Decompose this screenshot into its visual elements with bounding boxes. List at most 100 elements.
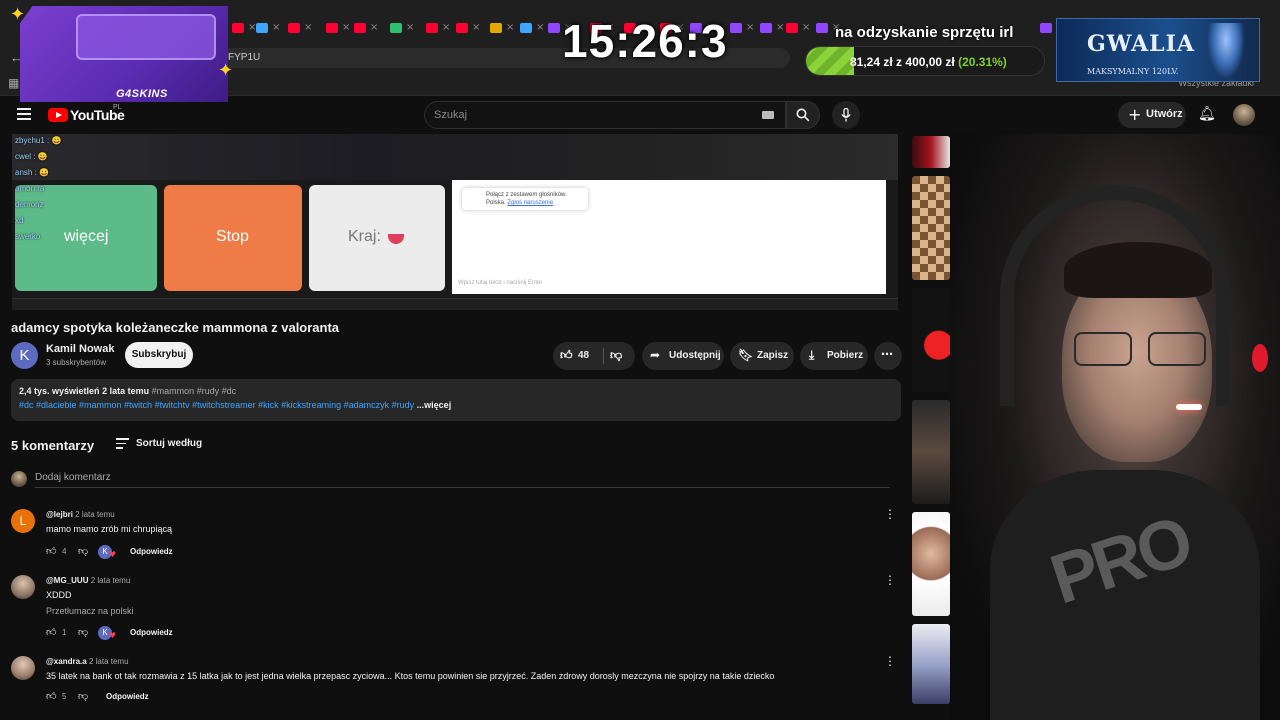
browser-tab-favicon[interactable] [816,23,828,33]
tab-close-icon[interactable]: × [370,22,378,33]
comment-avatar[interactable] [11,575,35,599]
tab-close-icon[interactable]: × [304,22,312,33]
comment-like-icon[interactable]: 👍︎ [46,690,56,702]
webcam-hair [1064,242,1212,298]
comment-dislike-icon[interactable]: 👎︎ [78,626,88,638]
like-icon[interactable]: 👍︎ [560,348,573,363]
browser-tab-favicon[interactable] [326,23,338,33]
browser-tab-favicon[interactable] [390,23,402,33]
browser-tab-favicon[interactable] [256,23,268,33]
browser-tab-favicon[interactable] [456,23,468,33]
suggested-video-thumbnail[interactable] [912,136,950,168]
upload-age: 2 lata temu [102,386,150,396]
download-button[interactable]: ⤓ Pobierz [800,342,868,370]
tab-close-icon[interactable]: × [472,22,480,33]
browser-tab-favicon[interactable] [760,23,772,33]
sort-button[interactable]: Sortuj według [136,438,202,449]
knight-figure-icon [1207,23,1245,79]
share-button[interactable]: ➦ Udostępnij [642,342,724,370]
subscriber-count: 3 subskrybentów [46,358,107,367]
comment-author[interactable]: @lejbri [46,510,73,519]
notifications-bell-icon[interactable]: 🔔︎ [1198,106,1216,122]
tab-close-icon[interactable]: × [272,22,280,33]
search-placeholder[interactable]: Szukaj [434,109,467,121]
comment-avatar[interactable]: L [11,509,35,533]
more-horizontal-icon: ⋯ [881,347,893,361]
comment-time[interactable]: 2 lata temu [91,576,131,585]
keyboard-icon[interactable] [762,111,774,119]
tab-close-icon[interactable]: × [442,22,450,33]
add-comment-input[interactable]: Dodaj komentarz [35,472,111,483]
tab-close-icon[interactable]: × [536,22,544,33]
comment-menu-icon[interactable]: ⋮ [884,654,896,668]
browser-tab-favicon[interactable] [730,23,742,33]
comment-text: mamo mamo zrób mi chrupiącą [46,524,173,534]
comment-time[interactable]: 2 lata temu [75,510,115,519]
tab-close-icon[interactable]: × [406,22,414,33]
comment-author[interactable]: @xandra.a [46,657,87,666]
browser-tab-favicon[interactable] [490,23,502,33]
tab-close-icon[interactable]: × [802,22,810,33]
voice-search-button[interactable] [832,101,860,129]
browser-tab-favicon[interactable] [786,23,798,33]
comment-avatar[interactable] [11,656,35,680]
browser-tab-favicon[interactable] [288,23,300,33]
g4skins-brand: G4SKINS [116,88,168,100]
comment-text: XDDD [46,590,72,600]
tab-close-icon[interactable]: × [776,22,784,33]
comment-author-line: @xandra.a 2 lata temu [46,657,129,666]
goal-target: 400,00 zł [905,55,955,69]
youtube-logo-icon[interactable] [48,108,68,122]
more-actions-button[interactable]: ⋯ [874,342,902,370]
comment-dislike-icon[interactable]: 👎︎ [78,690,88,702]
tile-country-label: Kraj: [348,228,381,245]
save-button[interactable]: 🔖︎ Zapisz [730,342,794,370]
browser-tab-favicon[interactable] [520,23,532,33]
dislike-icon[interactable]: 👎︎ [610,348,622,363]
video-player[interactable]: więcej Stop Kraj: Połącz z zestawem głoś… [12,134,898,310]
suggested-video-thumbnail[interactable] [912,624,950,704]
browser-tab-favicon[interactable] [426,23,438,33]
tab-close-icon[interactable]: × [506,22,514,33]
stream-chat: zbychu1 : 😀 cwel : 😀 ansh : 😀 amon ra demonz… [12,134,162,310]
description-tags-top[interactable]: #mammon #rudy #dc [152,386,237,396]
goal-percent: (20.31%) [958,55,1007,69]
sort-icon[interactable] [116,438,129,452]
search-input[interactable] [424,101,786,129]
suggested-video-thumbnail[interactable] [912,400,950,504]
hashtag-list[interactable]: #dc #dlaciebie #mammon #twitch #twitchtv… [19,400,414,410]
browser-tab-favicon[interactable] [354,23,366,33]
reply-button[interactable]: Odpowiedz [106,692,149,701]
comment-like-icon[interactable]: 👍︎ [46,545,56,557]
menu-icon[interactable] [17,108,31,123]
browser-tab-favicon[interactable] [1040,23,1052,33]
comment-menu-icon[interactable]: ⋮ [884,507,896,521]
apps-grid-icon[interactable]: ▦ [8,76,19,90]
channel-avatar[interactable]: K [11,342,38,369]
comment-dislike-icon[interactable]: 👎︎ [78,545,88,557]
suggested-video-thumbnail[interactable] [912,288,950,392]
browser-tab-favicon[interactable] [232,23,244,33]
comment-menu-icon[interactable]: ⋮ [884,573,896,587]
channel-name[interactable]: Kamil Nowak [46,343,114,355]
tab-close-icon[interactable]: × [746,22,754,33]
subscribe-button[interactable]: Subskrybuj [125,342,193,368]
comment-like-icon[interactable]: 👍︎ [46,626,56,638]
gwalia-title: GWALIA [1087,31,1195,57]
account-avatar[interactable] [1233,104,1255,126]
suggested-video-thumbnail[interactable] [912,176,950,280]
creator-heart-badge: K [98,626,116,643]
comment-author[interactable]: @MG_UUU [46,576,88,585]
browser-tab-favicon[interactable] [548,23,560,33]
reply-button[interactable]: Odpowiedz [130,547,173,556]
comment-time[interactable]: 2 lata temu [89,657,129,666]
like-count[interactable]: 48 [578,350,589,361]
suggested-video-thumbnail[interactable] [912,512,950,616]
search-button[interactable] [786,101,820,129]
show-more-link[interactable]: ...więcej [417,400,452,410]
goal-current: 81,24 zł [850,55,893,69]
tab-close-icon[interactable]: × [342,22,350,33]
plus-icon: + [1128,105,1142,124]
reply-button[interactable]: Odpowiedz [130,628,173,637]
translate-link[interactable]: Przetłumacz na polski [46,606,134,616]
